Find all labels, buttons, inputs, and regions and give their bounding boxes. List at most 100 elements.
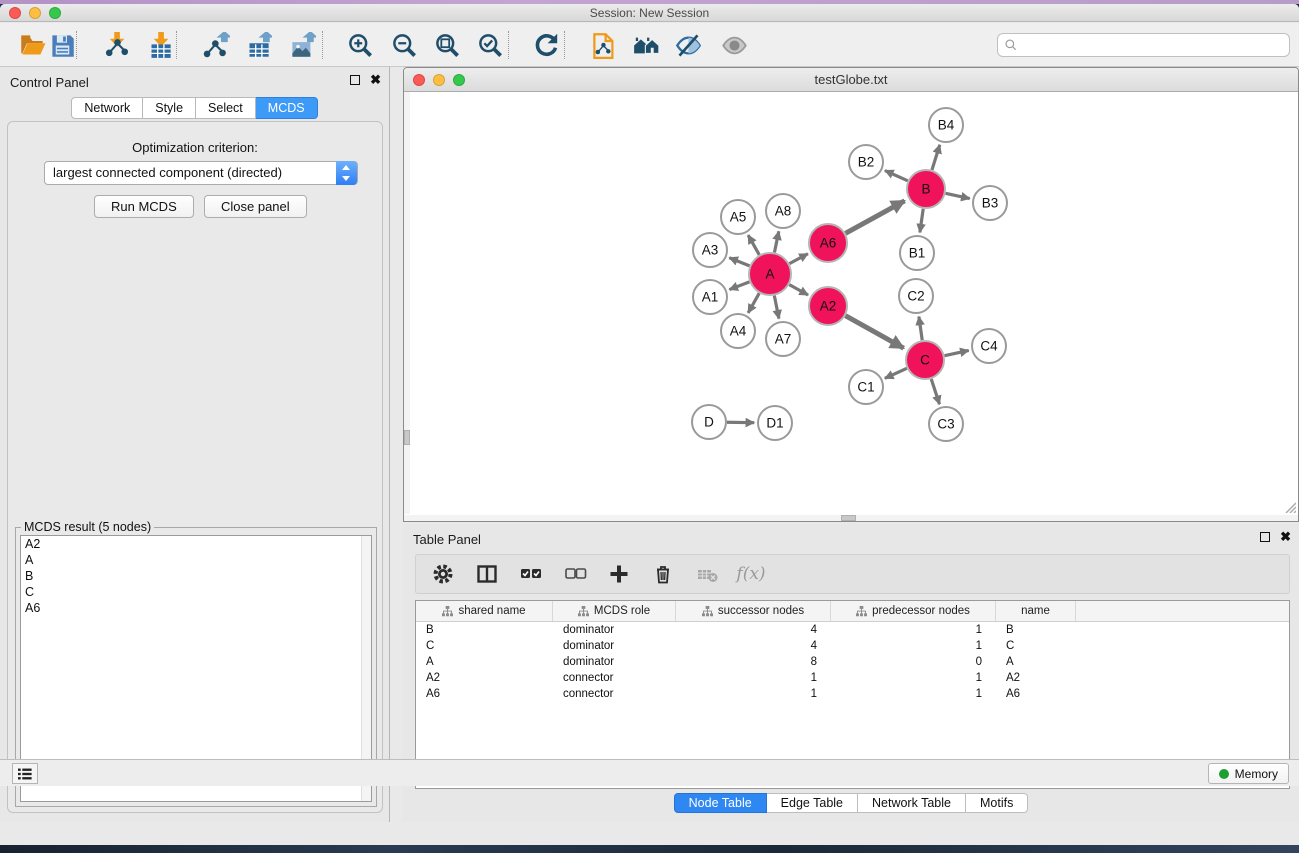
cell-predecessor-nodes[interactable]: 0 (831, 654, 996, 670)
close-panel-icon[interactable]: ✖ (370, 75, 381, 85)
float-table-panel-icon[interactable] (1260, 532, 1270, 542)
node-A3[interactable]: A3 (693, 233, 727, 267)
node-A1[interactable]: A1 (693, 280, 727, 314)
node-A[interactable]: A (749, 253, 791, 295)
edge-A-A2[interactable] (789, 285, 808, 295)
node-B1[interactable]: B1 (900, 236, 934, 270)
criterion-select[interactable]: largest connected component (directed) (44, 161, 358, 185)
edge-A-A7[interactable] (774, 296, 779, 319)
node-B[interactable]: B (907, 170, 945, 208)
mcds-result-item[interactable]: A6 (21, 600, 371, 616)
cell-name[interactable]: A6 (996, 686, 1076, 702)
resize-grip-icon[interactable] (1282, 499, 1296, 513)
cell-name[interactable]: B (996, 622, 1076, 638)
table-row[interactable]: Cdominator41C (416, 638, 1289, 654)
tab-network-table[interactable]: Network Table (858, 793, 966, 813)
cell-successor-nodes[interactable]: 4 (676, 622, 831, 638)
deselect-all-icon[interactable] (558, 559, 592, 589)
network-canvas[interactable]: B4B2BB3A5A8A6A3B1AA1C2A2A4A7C4CC1DD1C3 (404, 92, 1298, 521)
table-row[interactable]: A2connector11A2 (416, 670, 1289, 686)
cell-successor-nodes[interactable]: 1 (676, 670, 831, 686)
cell-name[interactable]: A2 (996, 670, 1076, 686)
node-C4[interactable]: C4 (972, 329, 1006, 363)
cell-shared-name[interactable]: C (416, 638, 553, 654)
float-panel-icon[interactable] (350, 75, 360, 85)
edge-A6-B[interactable] (846, 201, 905, 234)
cell-shared-name[interactable]: A (416, 654, 553, 670)
delete-column-icon[interactable] (646, 559, 680, 589)
tab-network[interactable]: Network (71, 97, 143, 119)
column-header-shared-name[interactable]: shared name (416, 601, 553, 621)
node-A5[interactable]: A5 (721, 200, 755, 234)
cell-MCDS-role[interactable]: dominator (553, 654, 676, 670)
edge-C-C1[interactable] (885, 368, 907, 378)
cell-MCDS-role[interactable]: connector (553, 686, 676, 702)
cell-predecessor-nodes[interactable]: 1 (831, 686, 996, 702)
edge-A-A6[interactable] (789, 254, 808, 264)
column-header-MCDS-role[interactable]: MCDS role (553, 601, 676, 621)
cell-MCDS-role[interactable]: dominator (553, 638, 676, 654)
gear-icon[interactable] (426, 559, 460, 589)
network-horizontal-scrollbar[interactable] (404, 515, 1298, 521)
node-C3[interactable]: C3 (929, 407, 963, 441)
network-vertical-scrollbar[interactable] (404, 92, 410, 514)
node-B3[interactable]: B3 (973, 186, 1007, 220)
node-A6[interactable]: A6 (809, 224, 847, 262)
cell-shared-name[interactable]: B (416, 622, 553, 638)
tab-motifs[interactable]: Motifs (966, 793, 1028, 813)
tab-mcds[interactable]: MCDS (256, 97, 318, 119)
mcds-result-item[interactable]: B (21, 568, 371, 584)
edge-B-B3[interactable] (946, 193, 970, 198)
cell-successor-nodes[interactable]: 8 (676, 654, 831, 670)
table-row[interactable]: A6connector11A6 (416, 686, 1289, 702)
node-A4[interactable]: A4 (721, 314, 755, 348)
table-row[interactable]: Bdominator41B (416, 622, 1289, 638)
network-window-titlebar[interactable]: testGlobe.txt (404, 68, 1298, 92)
edge-C-C3[interactable] (931, 379, 939, 404)
edge-A-A1[interactable] (729, 282, 749, 290)
edge-C-C4[interactable] (945, 350, 969, 355)
node-B2[interactable]: B2 (849, 145, 883, 179)
mcds-result-item[interactable]: A2 (21, 536, 371, 552)
tab-node-table[interactable]: Node Table (674, 793, 767, 813)
column-header-name[interactable]: name (996, 601, 1076, 621)
node-D[interactable]: D (692, 405, 726, 439)
memory-button[interactable]: Memory (1208, 763, 1289, 784)
close-panel-button[interactable]: Close panel (204, 195, 307, 218)
cell-predecessor-nodes[interactable]: 1 (831, 670, 996, 686)
node-C[interactable]: C (906, 341, 944, 379)
panel-list-button[interactable] (12, 763, 38, 784)
edge-A-A5[interactable] (748, 235, 759, 255)
table-row[interactable]: Adominator80A (416, 654, 1289, 670)
cell-successor-nodes[interactable]: 4 (676, 638, 831, 654)
column-header-successor-nodes[interactable]: successor nodes (676, 601, 831, 621)
edge-B-B1[interactable] (920, 209, 923, 233)
edge-A-A8[interactable] (774, 231, 778, 252)
mcds-result-item[interactable]: C (21, 584, 371, 600)
edge-B-B4[interactable] (932, 145, 940, 170)
cell-name[interactable]: C (996, 638, 1076, 654)
tab-edge-table[interactable]: Edge Table (767, 793, 858, 813)
node-C2[interactable]: C2 (899, 279, 933, 313)
column-header-predecessor-nodes[interactable]: predecessor nodes (831, 601, 996, 621)
edge-A-A4[interactable] (748, 293, 759, 313)
cell-name[interactable]: A (996, 654, 1076, 670)
node-D1[interactable]: D1 (758, 406, 792, 440)
tab-select[interactable]: Select (196, 97, 256, 119)
node-A8[interactable]: A8 (766, 194, 800, 228)
mcds-result-item[interactable]: A (21, 552, 371, 568)
node-A2[interactable]: A2 (809, 287, 847, 325)
close-table-panel-icon[interactable]: ✖ (1280, 532, 1291, 542)
edge-A-A3[interactable] (729, 258, 749, 266)
cell-shared-name[interactable]: A6 (416, 686, 553, 702)
cell-MCDS-role[interactable]: dominator (553, 622, 676, 638)
cell-successor-nodes[interactable]: 1 (676, 686, 831, 702)
table-header-row[interactable]: shared nameMCDS rolesuccessor nodesprede… (416, 601, 1289, 622)
split-view-icon[interactable] (470, 559, 504, 589)
edge-B-B2[interactable] (885, 171, 908, 181)
tab-style[interactable]: Style (143, 97, 196, 119)
select-all-icon[interactable] (514, 559, 548, 589)
run-mcds-button[interactable]: Run MCDS (94, 195, 194, 218)
edge-A2-C[interactable] (845, 316, 903, 348)
cell-shared-name[interactable]: A2 (416, 670, 553, 686)
